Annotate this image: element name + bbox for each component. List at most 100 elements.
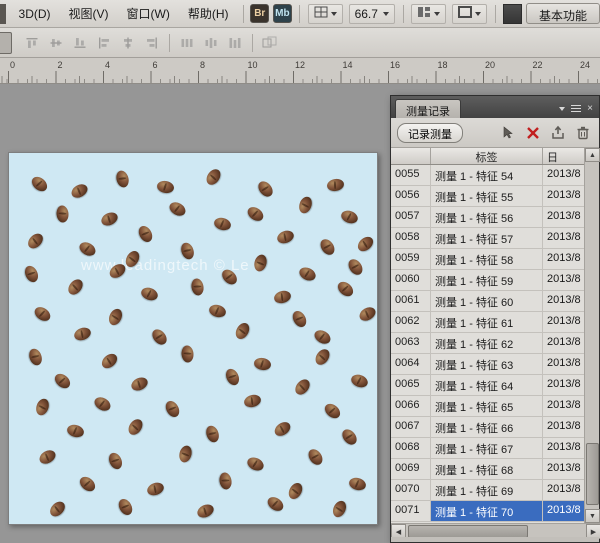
seed-object <box>292 377 312 398</box>
table-row[interactable]: 0060测量 1 - 特征 592013/8 <box>391 270 586 291</box>
column-header-label[interactable]: 标签 <box>431 148 543 164</box>
vertical-scroll-thumb[interactable] <box>586 443 599 505</box>
column-header-id[interactable] <box>391 148 431 164</box>
screen-mode-dropdown[interactable] <box>452 4 487 24</box>
arrange-documents-dropdown[interactable] <box>411 4 446 24</box>
menu-item-view[interactable]: 视图(V) <box>60 1 118 26</box>
row-label: 测量 1 - 特征 69 <box>431 480 543 500</box>
horizontal-ruler[interactable]: 024681012141618202224 <box>0 58 600 84</box>
close-icon[interactable]: × <box>587 104 593 114</box>
view-extras-icon <box>314 6 328 21</box>
row-date: 2013/8 <box>543 207 586 227</box>
row-id: 0067 <box>391 417 431 437</box>
seed-object <box>69 182 90 201</box>
row-id: 0064 <box>391 354 431 374</box>
trash-icon[interactable] <box>573 123 593 143</box>
workspace-switcher-button[interactable]: 基本功能 <box>526 3 600 24</box>
seed-object <box>273 289 293 305</box>
seed-object <box>233 321 252 342</box>
seed-object <box>312 328 333 347</box>
zoom-level-dropdown[interactable]: 66.7 <box>349 4 395 24</box>
screen-mode-icon <box>458 6 472 21</box>
row-label: 测量 1 - 特征 60 <box>431 291 543 311</box>
seed-object <box>56 205 69 223</box>
table-row[interactable]: 0055测量 1 - 特征 542013/8 <box>391 165 586 186</box>
document-image[interactable]: www.leadingtech © Le <box>8 152 378 525</box>
align-horizontal-centers-icon[interactable] <box>117 32 139 54</box>
row-date: 2013/8 <box>543 291 586 311</box>
seed-object <box>139 285 159 302</box>
seed-object <box>37 448 58 467</box>
panel-menu-icon[interactable] <box>571 105 581 113</box>
align-top-edges-icon[interactable] <box>21 32 43 54</box>
distribute-top-edges-icon[interactable] <box>176 32 198 54</box>
table-row[interactable]: 0065测量 1 - 特征 642013/8 <box>391 375 586 396</box>
view-extras-dropdown[interactable] <box>308 4 343 24</box>
table-row[interactable]: 0069测量 1 - 特征 682013/8 <box>391 459 586 480</box>
seed-object <box>339 208 359 225</box>
row-label: 测量 1 - 特征 57 <box>431 228 543 248</box>
seed-object <box>330 499 348 519</box>
seed-object <box>22 264 40 284</box>
align-left-edges-icon[interactable] <box>93 32 115 54</box>
menu-item-3d[interactable]: 3D(D) <box>10 3 60 25</box>
scroll-up-arrow[interactable]: ▲ <box>585 148 600 162</box>
panel-footer <box>391 537 599 542</box>
align-right-edges-icon[interactable] <box>141 32 163 54</box>
align-bottom-edges-icon[interactable] <box>69 32 91 54</box>
row-id: 0061 <box>391 291 431 311</box>
seed-object <box>29 174 50 194</box>
panel-tab-measurement-log[interactable]: 测量记录 <box>395 99 461 118</box>
align-vertical-centers-icon[interactable] <box>45 32 67 54</box>
seed-object <box>253 253 269 273</box>
select-measurements-icon[interactable] <box>498 123 518 143</box>
table-row[interactable]: 0068测量 1 - 特征 672013/8 <box>391 438 586 459</box>
table-row[interactable]: 0064测量 1 - 特征 632013/8 <box>391 354 586 375</box>
distribute-bottom-edges-icon[interactable] <box>224 32 246 54</box>
scroll-down-arrow[interactable]: ▼ <box>585 509 600 523</box>
row-id: 0059 <box>391 249 431 269</box>
row-date: 2013/8 <box>543 501 586 521</box>
launch-mini-bridge-button[interactable]: Mb <box>273 4 292 23</box>
seed-object <box>34 397 51 417</box>
table-row[interactable]: 0070测量 1 - 特征 692013/8 <box>391 480 586 501</box>
auto-align-layers-icon[interactable] <box>259 32 281 54</box>
menu-item-help[interactable]: 帮助(H) <box>179 1 238 26</box>
panel-header[interactable]: 测量记录 × <box>391 96 599 118</box>
seed-object <box>145 480 165 497</box>
seed-object <box>149 327 169 348</box>
ruler-tick-label: 2 <box>58 60 63 70</box>
seed-object <box>195 502 215 520</box>
panel-collapse-icon[interactable] <box>559 107 565 111</box>
table-row[interactable]: 0056测量 1 - 特征 552013/8 <box>391 186 586 207</box>
table-row[interactable]: 0067测量 1 - 特征 662013/8 <box>391 417 586 438</box>
seed-object <box>47 499 68 520</box>
tool-preset-button[interactable] <box>0 32 12 54</box>
arrange-documents-icon <box>417 6 431 21</box>
menu-item-window[interactable]: 窗口(W) <box>118 1 179 26</box>
row-id: 0060 <box>391 270 431 290</box>
row-id: 0057 <box>391 207 431 227</box>
table-row[interactable]: 0063测量 1 - 特征 622013/8 <box>391 333 586 354</box>
table-row[interactable]: 0062测量 1 - 特征 612013/8 <box>391 312 586 333</box>
vertical-scrollbar[interactable]: ▲ ▼ <box>584 148 599 523</box>
record-measurements-button[interactable]: 记录测量 <box>397 123 463 143</box>
distribute-vertical-centers-icon[interactable] <box>200 32 222 54</box>
seed-object <box>297 195 314 215</box>
table-row[interactable]: 0066测量 1 - 特征 652013/8 <box>391 396 586 417</box>
seed-object <box>318 237 338 258</box>
row-date: 2013/8 <box>543 438 586 458</box>
row-id: 0058 <box>391 228 431 248</box>
table-row[interactable]: 0059测量 1 - 特征 582013/8 <box>391 249 586 270</box>
row-label: 测量 1 - 特征 67 <box>431 438 543 458</box>
table-header: 标签 日 <box>391 148 586 165</box>
export-measurements-icon[interactable] <box>548 123 568 143</box>
column-header-date[interactable]: 日 <box>543 148 586 164</box>
delete-x-icon[interactable] <box>523 123 543 143</box>
seed-object <box>190 278 205 297</box>
launch-bridge-button[interactable]: Br <box>250 4 269 23</box>
table-row[interactable]: 0057测量 1 - 特征 562013/8 <box>391 207 586 228</box>
table-row[interactable]: 0071测量 1 - 特征 702013/8 <box>391 501 586 522</box>
table-row[interactable]: 0058测量 1 - 特征 572013/8 <box>391 228 586 249</box>
table-row[interactable]: 0061测量 1 - 特征 602013/8 <box>391 291 586 312</box>
